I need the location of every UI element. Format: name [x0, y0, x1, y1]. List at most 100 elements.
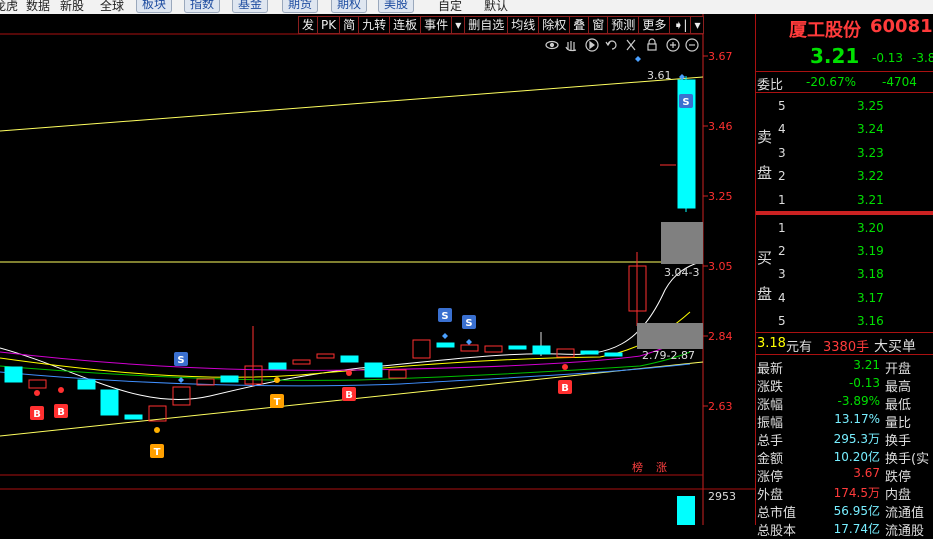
chart-toolbar: 发 PK 简 九转 连板 事件 ▾ 删自选 均线 除权 叠 窗 预测 更多 ➧|…	[298, 16, 705, 34]
stat-value: 56.95亿	[833, 504, 880, 518]
stat-value: 174.5万	[833, 486, 880, 500]
stat-label: 跌停	[885, 470, 912, 485]
stat-label: 开盘	[885, 362, 912, 377]
nav-sector[interactable]: 板块	[136, 0, 173, 13]
sell-marker: S	[177, 355, 184, 366]
stat-label: 总股本	[757, 524, 797, 539]
sell-level: 2	[778, 169, 786, 183]
buy-level: 4	[778, 291, 786, 305]
toolbar-window-button[interactable]: 窗	[588, 16, 609, 34]
stat-label: 涨幅	[757, 398, 784, 413]
kline-chart[interactable]: 3.67 3.46 3.25 3.05 2.84 2.63 2953 3.61 …	[0, 14, 755, 525]
stat-label: 最低	[885, 398, 912, 413]
toolbar-expand-icon[interactable]: ➧|	[669, 16, 692, 34]
zhang-tag[interactable]: 涨	[656, 461, 667, 474]
big-order-label: 大买单	[874, 339, 916, 355]
toolbar-pk-button[interactable]: PK	[317, 16, 341, 34]
buy-level: 3	[778, 267, 786, 281]
big-order-unit: 元有	[786, 340, 813, 355]
stat-label: 最新	[757, 362, 784, 377]
stat-label: 量比	[885, 416, 912, 431]
top-nav: 龙虎 数据 新股 全球 板块 指数 基金 期货 期权 美股 自定 默认	[0, 0, 933, 14]
toolbar-remove-watchlist-button[interactable]: 删自选	[464, 16, 509, 34]
stat-value: 17.74亿	[833, 522, 880, 536]
axis-label: 2.63	[708, 400, 733, 413]
buy-marker: B	[33, 409, 41, 420]
big-order-price: 3.18	[757, 336, 786, 351]
nav-ipo[interactable]: 新股	[60, 0, 84, 14]
stat-label: 涨停	[757, 470, 784, 485]
sell-side-label: 卖	[757, 128, 773, 146]
chevron-down-icon[interactable]: ▾	[451, 16, 466, 34]
axis-label: 3.05	[708, 260, 733, 273]
buy-marker: B	[561, 383, 569, 394]
sell-price: 3.24	[857, 122, 884, 136]
buy-marker: B	[345, 390, 353, 401]
range-label: 2.79-2.87	[642, 349, 695, 362]
stat-label: 外盘	[757, 488, 784, 503]
stock-name: 厦工股份	[789, 20, 861, 41]
stat-value: 3.67	[853, 466, 880, 480]
stat-value: 295.3万	[833, 432, 880, 446]
nav-options[interactable]: 期权	[331, 0, 368, 13]
sell-marker: S	[682, 97, 689, 108]
nav-fund[interactable]: 基金	[232, 0, 269, 13]
stat-value: 10.20亿	[833, 450, 880, 464]
weibi-diff: -4704	[882, 75, 917, 89]
toolbar-nine-turn-button[interactable]: 九转	[358, 16, 391, 34]
toolbar-overlay-button[interactable]: 叠	[569, 16, 590, 34]
stat-label: 内盘	[885, 488, 912, 503]
sell-price: 3.21	[857, 193, 884, 207]
nav-index[interactable]: 指数	[184, 0, 221, 13]
stat-label: 换手	[885, 434, 912, 449]
stat-label: 换手(实	[885, 452, 930, 467]
sell-price: 3.22	[857, 169, 884, 183]
stat-value: -3.89%	[837, 394, 880, 408]
buy-level: 1	[778, 221, 786, 235]
stat-label: 总市值	[757, 506, 797, 521]
nav-data[interactable]: 数据	[26, 0, 50, 14]
nav-custom[interactable]: 自定	[438, 0, 462, 14]
toolbar-ma-button[interactable]: 均线	[507, 16, 540, 34]
nav-global[interactable]: 全球	[100, 0, 124, 14]
toolbar-limit-board-button[interactable]: 连板	[389, 16, 422, 34]
buy-price: 3.18	[857, 267, 884, 281]
sell-price: 3.23	[857, 146, 884, 160]
t-marker: T	[154, 447, 161, 458]
toolbar-fa-button[interactable]: 发	[298, 16, 319, 34]
nav-longhu[interactable]: 龙虎	[0, 0, 18, 14]
buy-price: 3.20	[857, 221, 884, 235]
buy-marker: B	[57, 407, 65, 418]
axis-label: 3.46	[708, 120, 733, 133]
volume-bar	[677, 496, 695, 525]
price-change-pct: -3.8	[912, 51, 933, 65]
stat-value: 3.21	[853, 358, 880, 372]
bang-tag[interactable]: 榜	[632, 460, 643, 474]
hand-icon[interactable]	[565, 41, 577, 52]
stat-label: 流通股	[885, 524, 925, 539]
nav-default[interactable]: 默认	[484, 0, 508, 14]
buy-level: 2	[778, 244, 786, 258]
toolbar-forecast-button[interactable]: 预测	[607, 16, 640, 34]
weibi-label: 委比	[757, 78, 784, 93]
stat-label: 总手	[757, 434, 784, 449]
axis-label: 3.67	[708, 50, 733, 63]
buy-price: 3.16	[857, 314, 884, 328]
big-order-volume: 3380手	[823, 340, 870, 355]
toolbar-more-button[interactable]: 更多	[638, 16, 671, 34]
buy-side-label: 盘	[757, 285, 773, 303]
toolbar-simple-button[interactable]: 简	[339, 16, 360, 34]
nav-futures[interactable]: 期货	[282, 0, 319, 13]
chevron-down-icon[interactable]: ▾	[690, 16, 705, 34]
sell-price: 3.25	[857, 99, 884, 113]
last-price: 3.21	[810, 44, 860, 68]
toolbar-ex-rights-button[interactable]: 除权	[538, 16, 571, 34]
sell-level: 4	[778, 122, 786, 136]
buy-price: 3.19	[857, 244, 884, 258]
stat-value: 13.17%	[834, 412, 880, 426]
nav-us-stocks[interactable]: 美股	[378, 0, 415, 13]
sell-level: 1	[778, 193, 786, 207]
toolbar-event-button[interactable]: 事件	[420, 16, 453, 34]
quote-panel: 厦工股份 60081 3.21 -0.13 -3.8 委比 -20.67% -4…	[755, 14, 933, 539]
stat-label: 振幅	[757, 416, 784, 431]
